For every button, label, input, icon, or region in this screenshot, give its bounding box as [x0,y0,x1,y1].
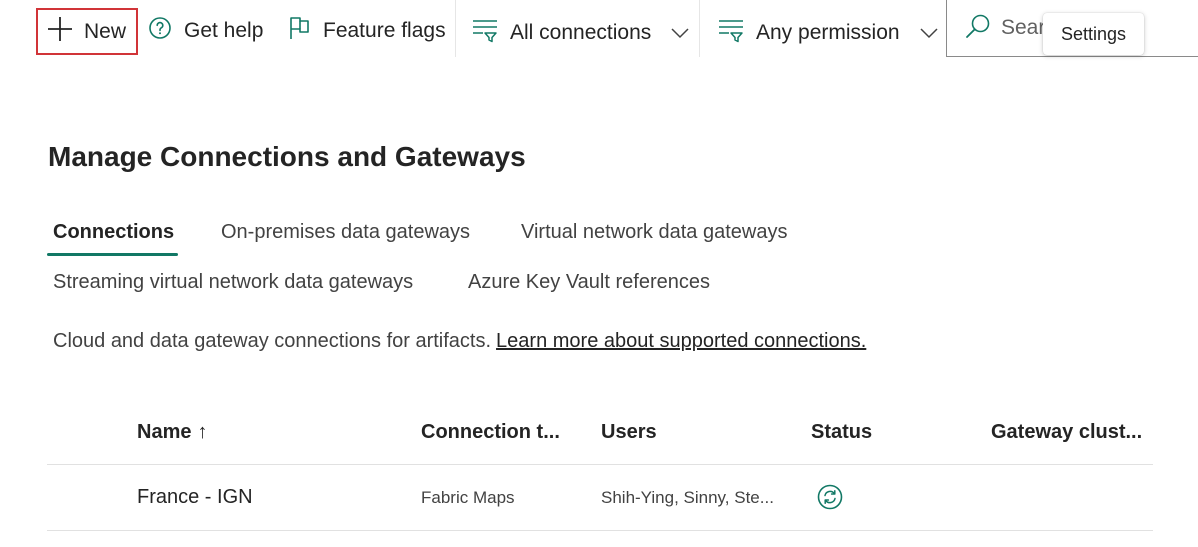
sort-ascending-icon: ↑ [197,421,208,443]
feature-flags-label: Feature flags [323,19,446,42]
permission-filter-label: Any permission [756,21,900,44]
column-header-connection-type[interactable]: Connection t... [421,421,560,444]
row-connection-type-cell: Fabric Maps [421,488,515,507]
page-description: Cloud and data gateway connections for a… [53,330,866,353]
get-help-button[interactable]: Get help [148,8,263,54]
tab-on-premises-data-gateways[interactable]: On-premises data gateways [221,221,470,244]
feature-flags-button[interactable]: Feature flags [289,8,446,54]
table-divider [47,464,1153,465]
flag-icon [289,16,311,46]
command-bar: New Get help Feature flags All connectio… [0,0,1198,57]
toolbar-divider [455,0,456,57]
filter-icon [472,17,498,49]
connections-filter-dropdown[interactable]: All connections [472,10,689,56]
column-header-users[interactable]: Users [601,421,657,444]
row-name-cell[interactable]: France - IGN [137,486,253,509]
refresh-icon[interactable] [817,484,843,515]
connections-filter-label: All connections [510,21,652,44]
page-title: Manage Connections and Gateways [48,141,526,172]
filter-icon [718,17,744,49]
permission-filter-dropdown[interactable]: Any permission [718,10,938,56]
tab-azure-key-vault-references[interactable]: Azure Key Vault references [468,271,710,294]
tab-virtual-network-data-gateways[interactable]: Virtual network data gateways [521,221,787,244]
description-text: Cloud and data gateway connections for a… [53,330,492,352]
settings-tooltip: Settings [1043,13,1144,55]
plus-icon [46,15,74,49]
learn-more-link[interactable]: Learn more about supported connections. [496,330,866,352]
row-users-cell: Shih-Ying, Sinny, Ste... [601,488,774,507]
help-icon [148,16,172,46]
tab-streaming-virtual-network-data-gateways[interactable]: Streaming virtual network data gateways [53,271,413,294]
new-button[interactable]: New [36,8,138,55]
active-tab-indicator [47,253,178,256]
toolbar-divider [699,0,700,57]
search-icon [965,13,991,44]
tab-connections[interactable]: Connections [53,221,174,244]
table-divider [47,530,1153,531]
get-help-label: Get help [184,19,264,42]
column-header-gateway-cluster[interactable]: Gateway clust... [991,421,1142,444]
new-button-label: New [84,19,127,43]
column-header-name[interactable]: Name ↑ [137,421,207,444]
chevron-down-icon [920,21,938,45]
column-header-status[interactable]: Status [811,421,872,444]
chevron-down-icon [671,21,689,45]
column-header-name-label: Name [137,421,192,443]
